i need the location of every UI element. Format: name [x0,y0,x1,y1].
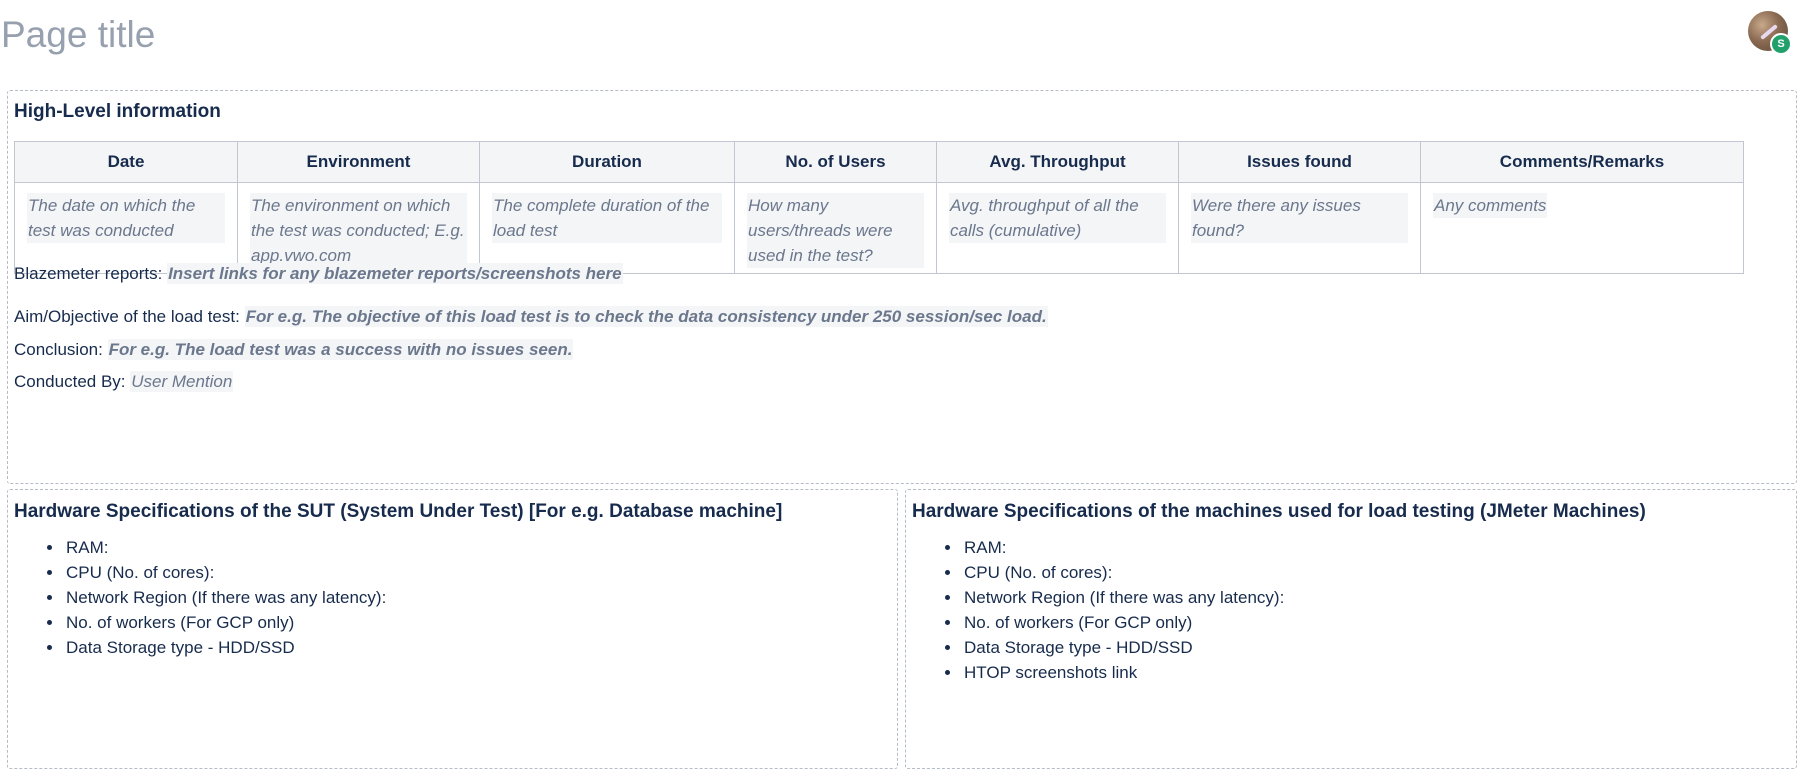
blazemeter-label: Blazemeter reports: [14,264,163,283]
aim-placeholder[interactable]: For e.g. The objective of this load test… [244,306,1048,327]
placeholder-date[interactable]: The date on which the test was conducted [27,193,225,243]
list-item[interactable]: No. of workers (For GCP only) [962,610,1284,635]
avatar-status-badge: S [1770,33,1792,55]
list-item[interactable]: Network Region (If there was any latency… [64,585,386,610]
cell-users[interactable]: How many users/threads were used in the … [734,182,937,274]
list-item[interactable]: RAM: [64,535,386,560]
blazemeter-placeholder[interactable]: Insert links for any blazemeter reports/… [167,263,623,284]
aim-line: Aim/Objective of the load test: For e.g.… [14,305,1048,329]
conclusion-line: Conclusion: For e.g. The load test was a… [14,338,574,362]
cell-date[interactable]: The date on which the test was conducted [14,182,238,274]
jmeter-heading: Hardware Specifications of the machines … [912,501,1646,522]
jmeter-hardware-panel: Hardware Specifications of the machines … [905,489,1797,769]
list-item[interactable]: HTOP screenshots link [962,660,1284,685]
cell-environment[interactable]: The environment on which the test was co… [237,182,480,274]
conducted-by-line: Conducted By: User Mention [14,370,234,394]
cell-throughput[interactable]: Avg. throughput of all the calls (cumula… [936,182,1179,274]
placeholder-comments[interactable]: Any comments [1433,193,1548,218]
list-item[interactable]: No. of workers (For GCP only) [64,610,386,635]
aim-label: Aim/Objective of the load test: [14,307,240,326]
jmeter-spec-list: RAM: CPU (No. of cores): Network Region … [906,535,1284,685]
list-item[interactable]: CPU (No. of cores): [64,560,386,585]
cell-issues[interactable]: Were there any issues found? [1178,182,1421,274]
list-item[interactable]: Network Region (If there was any latency… [962,585,1284,610]
conducted-by-label: Conducted By: [14,372,126,391]
column-header-duration: Duration [479,141,735,183]
column-header-comments: Comments/Remarks [1420,141,1744,183]
sut-spec-list: RAM: CPU (No. of cores): Network Region … [8,535,386,660]
sut-heading: Hardware Specifications of the SUT (Syst… [14,501,783,522]
column-header-environment: Environment [237,141,480,183]
list-item[interactable]: Data Storage type - HDD/SSD [64,635,386,660]
conclusion-label: Conclusion: [14,340,103,359]
user-mention-placeholder[interactable]: User Mention [130,371,234,392]
table-header-row: Date Environment Duration No. of Users A… [14,141,1744,183]
placeholder-throughput[interactable]: Avg. throughput of all the calls (cumula… [949,193,1166,243]
table-row: The date on which the test was conducted… [14,182,1744,274]
placeholder-duration[interactable]: The complete duration of the load test [492,193,722,243]
column-header-date: Date [14,141,238,183]
conclusion-placeholder[interactable]: For e.g. The load test was a success wit… [107,339,574,360]
blazemeter-line: Blazemeter reports: Insert links for any… [14,262,623,286]
placeholder-environment[interactable]: The environment on which the test was co… [250,193,467,268]
page-title[interactable]: Page title [1,12,155,58]
cell-duration[interactable]: The complete duration of the load test [479,182,735,274]
high-level-heading: High-Level information [14,101,221,122]
placeholder-users[interactable]: How many users/threads were used in the … [747,193,924,268]
sut-hardware-panel: Hardware Specifications of the SUT (Syst… [7,489,898,769]
cell-comments[interactable]: Any comments [1420,182,1744,274]
list-item[interactable]: CPU (No. of cores): [962,560,1284,585]
placeholder-issues[interactable]: Were there any issues found? [1191,193,1408,243]
high-level-info-panel: High-Level information Date Environment … [7,90,1797,484]
column-header-throughput: Avg. Throughput [936,141,1179,183]
column-header-issues: Issues found [1178,141,1421,183]
high-level-table: Date Environment Duration No. of Users A… [14,141,1744,274]
list-item[interactable]: RAM: [962,535,1284,560]
list-item[interactable]: Data Storage type - HDD/SSD [962,635,1284,660]
user-avatar[interactable]: S [1748,11,1792,55]
column-header-users: No. of Users [734,141,937,183]
